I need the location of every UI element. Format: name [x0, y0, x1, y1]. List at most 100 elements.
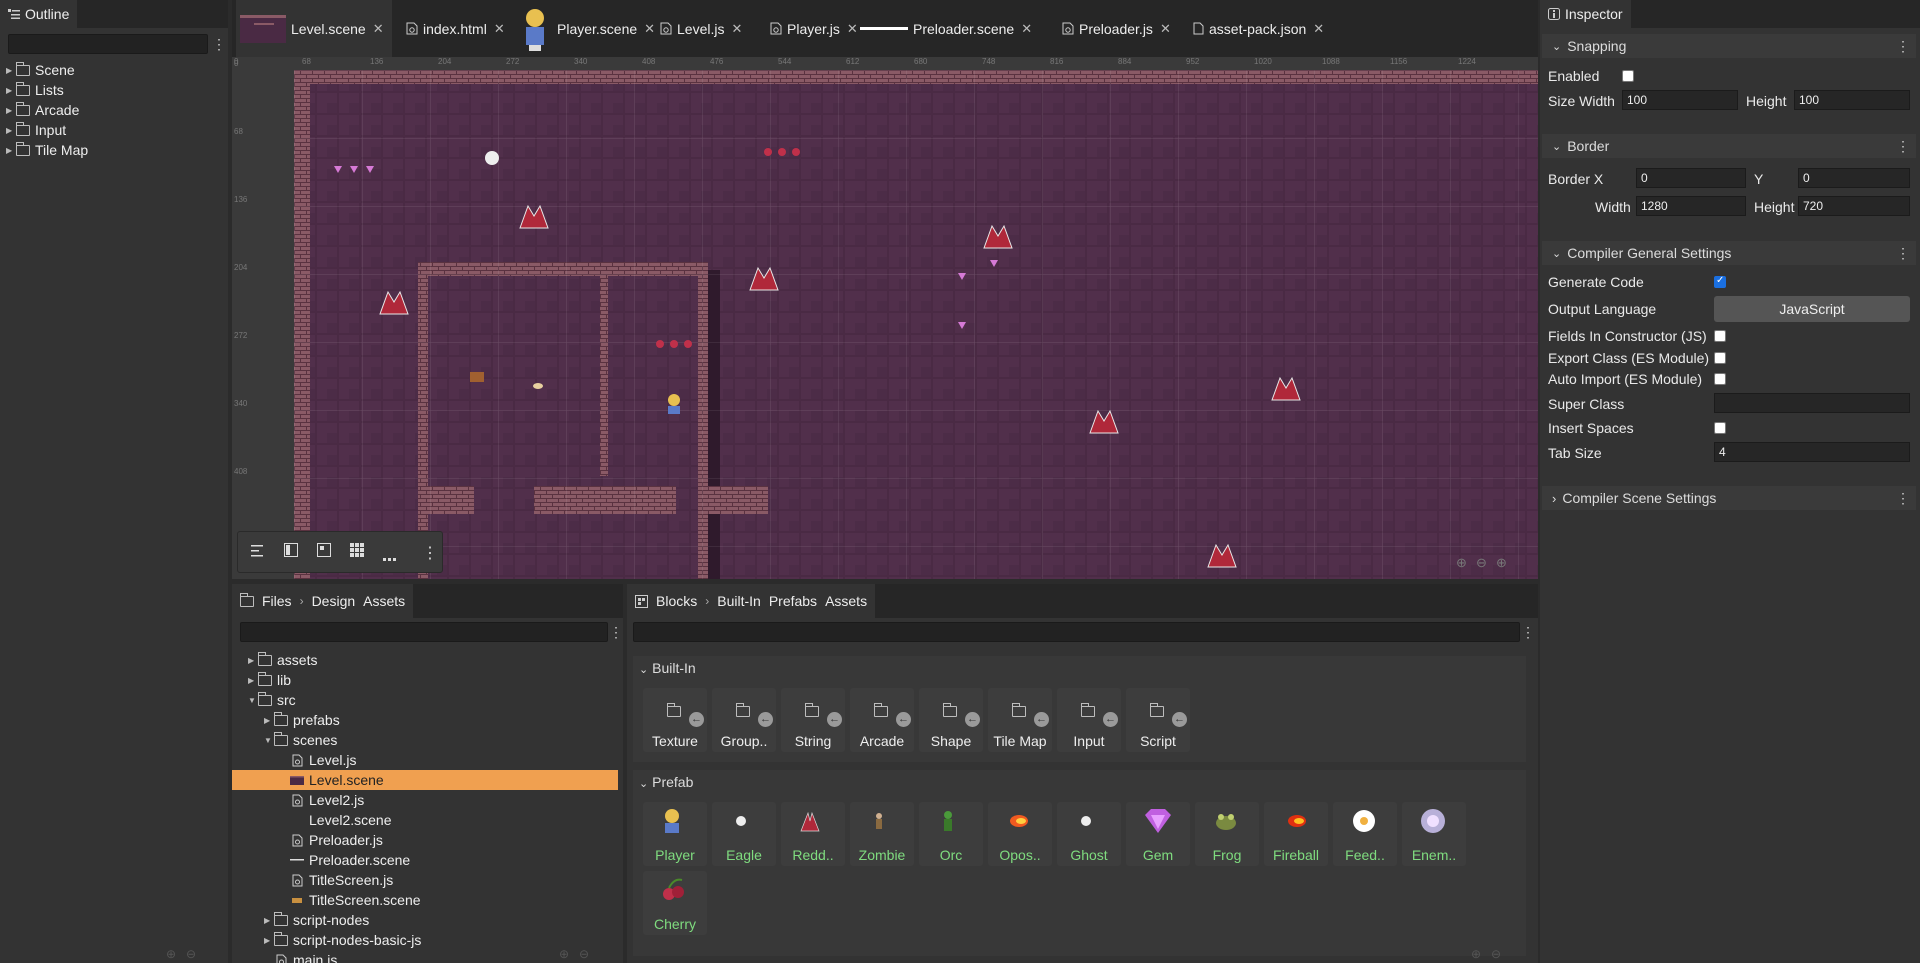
- blocks-filter-input[interactable]: [633, 622, 1520, 642]
- zoom-reset-icon[interactable]: ⊕: [1496, 555, 1507, 571]
- folder-item[interactable]: ▶ assets: [232, 650, 618, 670]
- prefab-block[interactable]: Player: [643, 802, 707, 866]
- border-menu-icon[interactable]: ⋮: [1896, 138, 1910, 154]
- builtin-header[interactable]: ⌄ Built-In: [639, 660, 696, 676]
- export-class-checkbox[interactable]: [1714, 352, 1726, 364]
- inspector-tab[interactable]: Inspector: [1540, 0, 1631, 28]
- breadcrumb-design[interactable]: Design: [312, 593, 356, 609]
- outline-item[interactable]: ▶ Lists: [6, 80, 64, 100]
- prefab-block[interactable]: Zombie: [850, 802, 914, 866]
- compiler-scene-section-header[interactable]: › Compiler Scene Settings: [1542, 486, 1916, 510]
- files-remove-icon[interactable]: ⊖: [579, 947, 589, 961]
- folder-item[interactable]: ▶ prefabs: [232, 710, 618, 730]
- remove-icon[interactable]: ⊖: [186, 947, 196, 961]
- auto-import-checkbox[interactable]: [1714, 373, 1726, 385]
- more-vertical-icon[interactable]: ⋮: [422, 543, 438, 563]
- builtin-block[interactable]: ← Tile Map: [988, 688, 1052, 752]
- file-item[interactable]: Level2.js: [232, 790, 618, 810]
- file-item[interactable]: TitleScreen.js: [232, 870, 618, 890]
- folder-item[interactable]: ▶ script-nodes: [232, 910, 618, 930]
- file-item[interactable]: Preloader.scene: [232, 850, 618, 870]
- output-language-button[interactable]: JavaScript: [1714, 296, 1910, 322]
- align-left-icon[interactable]: [251, 544, 265, 560]
- prefab-block[interactable]: Ghost: [1057, 802, 1121, 866]
- outline-item[interactable]: ▶ Arcade: [6, 100, 79, 120]
- folder-item[interactable]: ▶ lib: [232, 670, 618, 690]
- breadcrumb-prefabs[interactable]: Prefabs: [769, 593, 817, 609]
- compiler-section-header[interactable]: ⌄ Compiler General Settings: [1542, 241, 1916, 265]
- breadcrumb-builtin[interactable]: Built-In: [717, 593, 761, 609]
- zoom-in-icon[interactable]: ⊕: [1456, 555, 1467, 571]
- outline-item[interactable]: ▶ Tile Map: [6, 140, 88, 160]
- builtin-block[interactable]: ← Texture: [643, 688, 707, 752]
- editor-tab[interactable]: index.html ✕: [406, 0, 505, 57]
- size-width-input[interactable]: 100: [1622, 90, 1738, 110]
- expand-icon[interactable]: ▶: [6, 86, 16, 95]
- close-icon[interactable]: ✕: [731, 21, 742, 37]
- file-item[interactable]: Level.scene: [232, 770, 618, 790]
- close-icon[interactable]: ✕: [494, 21, 505, 37]
- scene-canvas[interactable]: [294, 70, 1538, 579]
- prefab-header[interactable]: ⌄ Prefab: [639, 774, 693, 790]
- border-x-input[interactable]: 0: [1636, 168, 1746, 188]
- file-item[interactable]: TitleScreen.scene: [232, 890, 618, 910]
- outline-tab[interactable]: Outline: [0, 0, 78, 28]
- close-icon[interactable]: ✕: [1021, 21, 1032, 37]
- fields-in-constructor-checkbox[interactable]: [1714, 330, 1726, 342]
- editor-tab[interactable]: Player.js ✕: [770, 0, 858, 57]
- builtin-block[interactable]: ← Input: [1057, 688, 1121, 752]
- border-section-header[interactable]: ⌄ Border: [1542, 134, 1916, 158]
- prefab-block[interactable]: Eagle: [712, 802, 776, 866]
- outline-filter-input[interactable]: [8, 34, 208, 54]
- layout-icon[interactable]: [284, 543, 298, 560]
- expand-icon[interactable]: ▶: [6, 146, 16, 155]
- prefab-block[interactable]: Cherry: [643, 871, 707, 935]
- scene-editor[interactable]: 0 68 136 204 272 340 408 476 544 612 680 748 816 884 9…: [232, 57, 1538, 579]
- outline-item[interactable]: ▶ Input: [6, 120, 66, 140]
- file-item[interactable]: Preloader.js: [232, 830, 618, 850]
- file-item[interactable]: Level2.scene: [232, 810, 618, 830]
- snapping-enabled-checkbox[interactable]: [1622, 70, 1634, 82]
- prefab-block[interactable]: Redd..: [781, 802, 845, 866]
- prefab-block[interactable]: Feed..: [1333, 802, 1397, 866]
- blocks-zoom-out-icon[interactable]: ⊖: [1491, 947, 1501, 961]
- origin-icon[interactable]: [317, 543, 331, 560]
- prefab-block[interactable]: Enem..: [1402, 802, 1466, 866]
- prefab-block[interactable]: Gem: [1126, 802, 1190, 866]
- snapping-section-header[interactable]: ⌄ Snapping: [1542, 34, 1916, 58]
- expand-icon[interactable]: ▶: [264, 716, 274, 725]
- builtin-block[interactable]: ← Arcade: [850, 688, 914, 752]
- builtin-block[interactable]: ← String: [781, 688, 845, 752]
- blocks-zoom-in-icon[interactable]: ⊕: [1471, 947, 1481, 961]
- tab-size-input[interactable]: 4: [1714, 442, 1910, 462]
- breadcrumb-blocks[interactable]: Blocks: [656, 593, 697, 609]
- breadcrumb-assets[interactable]: Assets: [363, 593, 405, 609]
- blocks-menu-icon[interactable]: ⋮: [1521, 624, 1535, 640]
- prefab-block[interactable]: Orc: [919, 802, 983, 866]
- editor-tab[interactable]: Preloader.scene ✕: [860, 0, 1032, 57]
- editor-tab[interactable]: Preloader.js ✕: [1062, 0, 1171, 57]
- editor-tab[interactable]: Player.scene ✕: [518, 0, 655, 57]
- expand-icon[interactable]: ▶: [264, 916, 274, 925]
- close-icon[interactable]: ✕: [373, 21, 384, 37]
- builtin-block[interactable]: ← Script: [1126, 688, 1190, 752]
- close-icon[interactable]: ✕: [1160, 21, 1171, 37]
- collapse-icon[interactable]: ▼: [264, 736, 274, 745]
- close-icon[interactable]: ✕: [644, 21, 655, 37]
- collapse-icon[interactable]: ▼: [248, 696, 258, 705]
- folder-item[interactable]: ▼ src: [232, 690, 618, 710]
- add-icon[interactable]: ⊕: [166, 947, 176, 961]
- files-filter-input[interactable]: [240, 622, 608, 642]
- expand-icon[interactable]: ▶: [6, 126, 16, 135]
- files-menu-icon[interactable]: ⋮: [609, 624, 623, 640]
- prefab-block[interactable]: Fireball: [1264, 802, 1328, 866]
- border-height-input[interactable]: 720: [1798, 196, 1910, 216]
- more-horizontal-icon[interactable]: [383, 549, 397, 565]
- editor-tab[interactable]: Level.scene ✕: [236, 0, 392, 57]
- breadcrumb-assets[interactable]: Assets: [825, 593, 867, 609]
- editor-tab[interactable]: asset-pack.json ✕: [1193, 0, 1324, 57]
- snapping-menu-icon[interactable]: ⋮: [1896, 38, 1910, 54]
- compiler-scene-menu-icon[interactable]: ⋮: [1896, 490, 1910, 506]
- files-add-icon[interactable]: ⊕: [559, 947, 569, 961]
- builtin-block[interactable]: ← Shape: [919, 688, 983, 752]
